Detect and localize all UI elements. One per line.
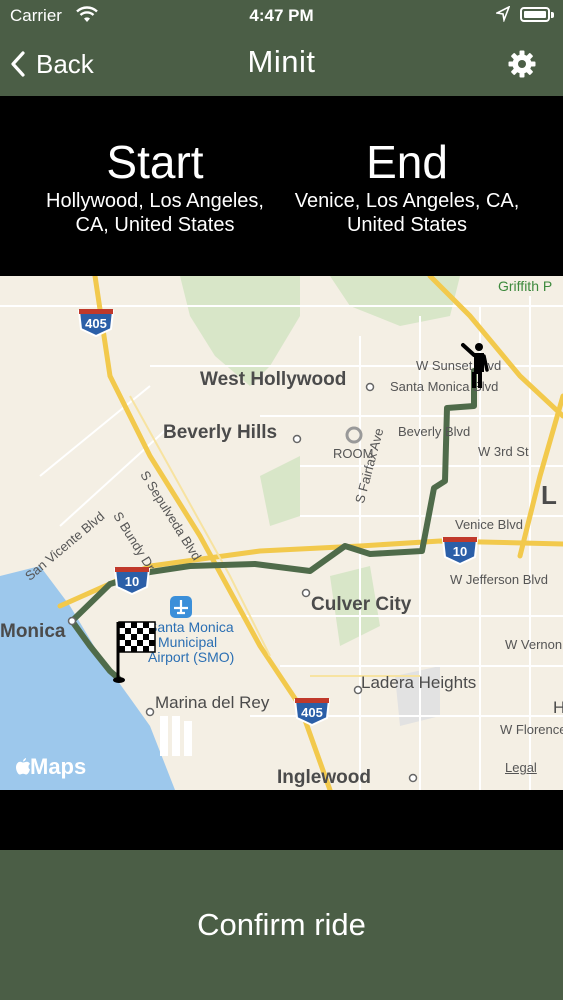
trip-summary: Start Hollywood, Los Angeles, CA, United… xyxy=(0,96,563,276)
map-label: Monica xyxy=(0,621,66,642)
map-label: Beverly Hills xyxy=(163,422,278,443)
shield-number: 10 xyxy=(452,544,468,559)
map-label: Inglewood xyxy=(277,767,371,788)
map-label: L xyxy=(541,480,557,510)
map-label: W Jefferson Blvd xyxy=(450,572,549,587)
interstate-shield: 10 xyxy=(113,565,151,595)
map-label: Ladera Heights xyxy=(361,673,477,692)
interstate-shield: 10 xyxy=(441,535,479,565)
battery-icon xyxy=(520,7,550,22)
map-label: Beverly Blvd xyxy=(398,424,471,439)
battery-nub xyxy=(551,12,554,18)
apple-maps-logo: Maps xyxy=(16,754,86,780)
map-label: W Florence xyxy=(500,722,563,737)
confirm-ride-button[interactable]: Confirm ride xyxy=(0,850,563,1000)
map-label: Culver City xyxy=(311,594,412,615)
start-section: Start Hollywood, Los Angeles, CA, United… xyxy=(25,136,285,236)
apple-maps-label: Maps xyxy=(30,754,87,779)
page-title: Minit xyxy=(247,44,316,79)
route-map[interactable]: Griffith P W Sunset Blvd West Hollywood … xyxy=(0,276,563,790)
start-place-line2: CA, United States xyxy=(75,214,235,236)
map-label: H xyxy=(553,698,563,717)
end-section: End Venice, Los Angeles, CA, United Stat… xyxy=(277,136,537,236)
map-label: W Vernon A xyxy=(505,637,563,652)
shield-number: 405 xyxy=(301,705,323,720)
clock: 4:47 PM xyxy=(249,6,314,25)
spacer-band xyxy=(0,790,563,850)
person-hailing-icon xyxy=(460,342,494,395)
start-place-line1: Hollywood, Los Angeles, xyxy=(46,190,264,212)
apple-logo-icon xyxy=(16,758,30,775)
start-heading: Start xyxy=(106,136,204,188)
map-label: Marina del Rey xyxy=(155,693,270,712)
shield-number: 405 xyxy=(85,316,107,331)
map-label: Griffith P xyxy=(498,278,553,294)
map-label: Airport (SMO) xyxy=(148,649,235,665)
end-place-line2: United States xyxy=(346,214,468,236)
map-label: Municipal xyxy=(158,634,218,650)
map-label: West Hollywood xyxy=(200,369,347,390)
end-place-line1: Venice, Los Angeles, CA, xyxy=(294,190,520,212)
navigation-bar: Back Minit xyxy=(0,32,563,96)
shield-number: 10 xyxy=(124,574,140,589)
interstate-shield: 405 xyxy=(293,696,331,726)
gear-icon[interactable] xyxy=(507,49,537,79)
legal-link[interactable]: Legal xyxy=(505,760,537,775)
location-arrow-icon xyxy=(494,5,511,27)
interstate-shield: 405 xyxy=(77,307,115,337)
checkered-flag-icon xyxy=(112,618,158,689)
map-label: Venice Blvd xyxy=(455,517,523,532)
map-label: W 3rd St xyxy=(478,444,529,459)
map-label: Santa Monica xyxy=(148,619,234,635)
end-heading: End xyxy=(366,136,448,188)
status-bar: Carrier 4:47 PM xyxy=(0,0,563,32)
